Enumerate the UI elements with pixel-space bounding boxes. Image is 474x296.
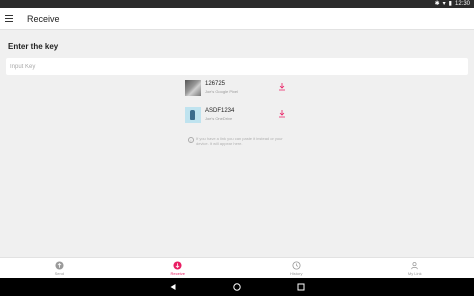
photo-thumbnail-icon	[185, 80, 201, 96]
upload-icon	[55, 260, 64, 270]
nav-label: My Link	[407, 270, 422, 276]
item-code: 126725	[205, 81, 226, 87]
nav-history[interactable]: History	[237, 258, 356, 278]
received-list: 126725 Joe's Google Pixel ASDF1234 Joe's…	[185, 80, 293, 134]
nav-label: Send	[54, 270, 64, 276]
list-item[interactable]: 126725 Joe's Google Pixel	[185, 80, 293, 103]
key-input[interactable]	[6, 58, 468, 75]
list-item[interactable]: ASDF1234 Joe's OneDrive	[185, 107, 293, 130]
item-code: ASDF1234	[205, 108, 235, 114]
bottom-nav: Send Receive History My Link	[0, 257, 474, 278]
status-bar: ✱ ▾ ▮ 12:30	[0, 0, 474, 8]
item-subtitle: Joe's OneDrive	[205, 116, 233, 121]
link-icon	[411, 261, 418, 269]
file-thumbnail-icon	[185, 107, 201, 123]
back-icon[interactable]	[169, 283, 177, 291]
recents-icon[interactable]	[297, 283, 305, 291]
nav-label: History	[290, 270, 303, 276]
nav-send[interactable]: Send	[0, 258, 119, 278]
download-icon[interactable]	[277, 82, 287, 92]
info-icon: i	[188, 137, 194, 143]
download-icon[interactable]	[277, 109, 287, 119]
main-content: Enter the key 126725 Joe's Google Pixel …	[0, 30, 474, 257]
bluetooth-icon: ✱	[434, 0, 440, 7]
system-nav-bar	[0, 278, 474, 296]
wifi-icon: ▾	[442, 0, 446, 7]
clock-icon	[292, 260, 301, 270]
info-text: If you have a link you can paste it inst…	[196, 136, 283, 146]
home-icon[interactable]	[233, 283, 241, 291]
page-title: Receive	[27, 13, 60, 24]
section-heading: Enter the key	[8, 42, 59, 51]
battery-icon: ▮	[448, 0, 452, 7]
hamburger-menu-icon[interactable]	[5, 8, 23, 30]
download-icon	[173, 260, 182, 270]
nav-my-link[interactable]: My Link	[356, 258, 474, 278]
nav-receive[interactable]: Receive	[119, 258, 238, 278]
app-bar: Receive	[0, 8, 474, 30]
item-subtitle: Joe's Google Pixel	[205, 89, 239, 94]
status-time: 12:30	[454, 1, 470, 7]
nav-label: Receive	[170, 270, 185, 276]
info-note: i If you have a link you can paste it in…	[188, 136, 288, 146]
